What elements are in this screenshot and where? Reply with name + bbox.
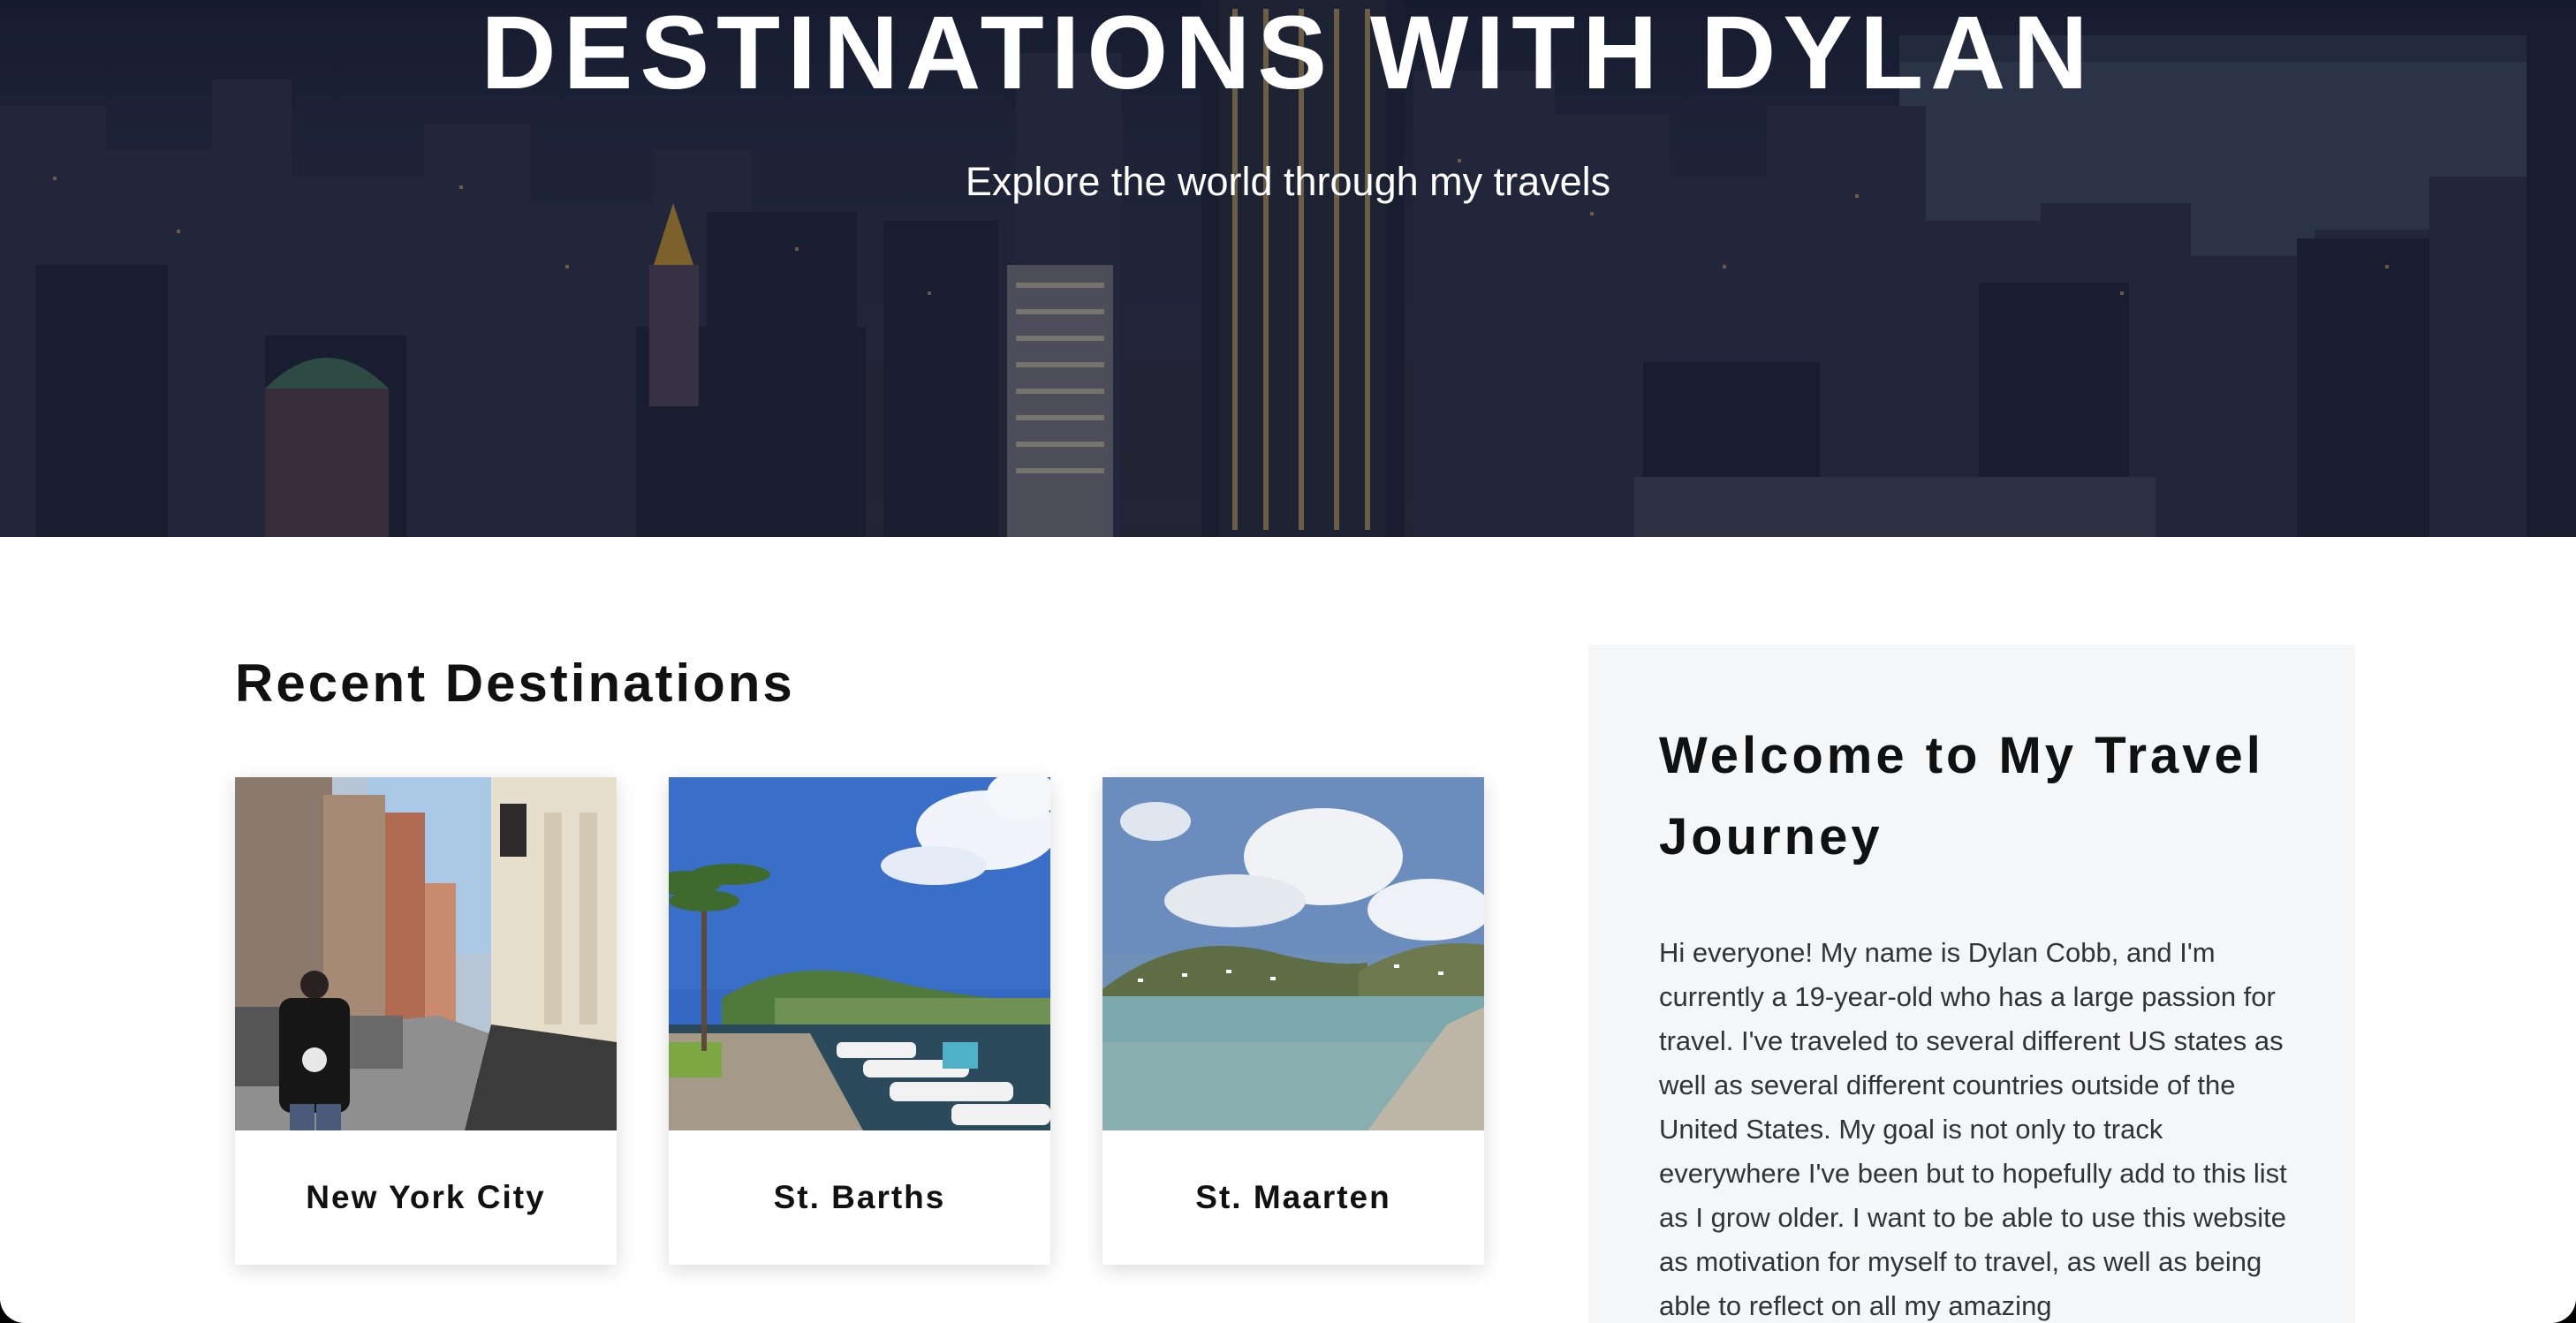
- destination-card-new-york-city[interactable]: New York City: [235, 777, 617, 1265]
- destination-name: St. Maarten: [1195, 1179, 1391, 1215]
- destination-cards: New York City St. Barths St. Maarten: [235, 777, 1484, 1265]
- welcome-panel: Welcome to My Travel Journey Hi everyone…: [1588, 645, 2355, 1323]
- harbor-photo: [669, 777, 1050, 1130]
- destination-card-st-maarten[interactable]: St. Maarten: [1102, 777, 1484, 1265]
- hero-title: DESTINATIONS WITH DYLAN: [481, 0, 2095, 111]
- hero-subtitle: Explore the world through my travels: [965, 159, 1611, 204]
- recent-destinations-heading: Recent Destinations: [235, 654, 795, 713]
- city-street-photo: [235, 777, 617, 1130]
- destination-card-st-barths[interactable]: St. Barths: [669, 777, 1050, 1265]
- beach-photo: [1102, 777, 1484, 1130]
- destination-name: New York City: [306, 1179, 546, 1215]
- welcome-body: Hi everyone! My name is Dylan Cobb, and …: [1659, 937, 2287, 1321]
- page: DESTINATIONS WITH DYLAN Explore the worl…: [0, 0, 2576, 1323]
- destination-name: St. Barths: [773, 1179, 946, 1215]
- hero-banner: DESTINATIONS WITH DYLAN Explore the worl…: [0, 0, 2576, 537]
- welcome-heading: Welcome to My Travel Journey: [1659, 727, 2264, 866]
